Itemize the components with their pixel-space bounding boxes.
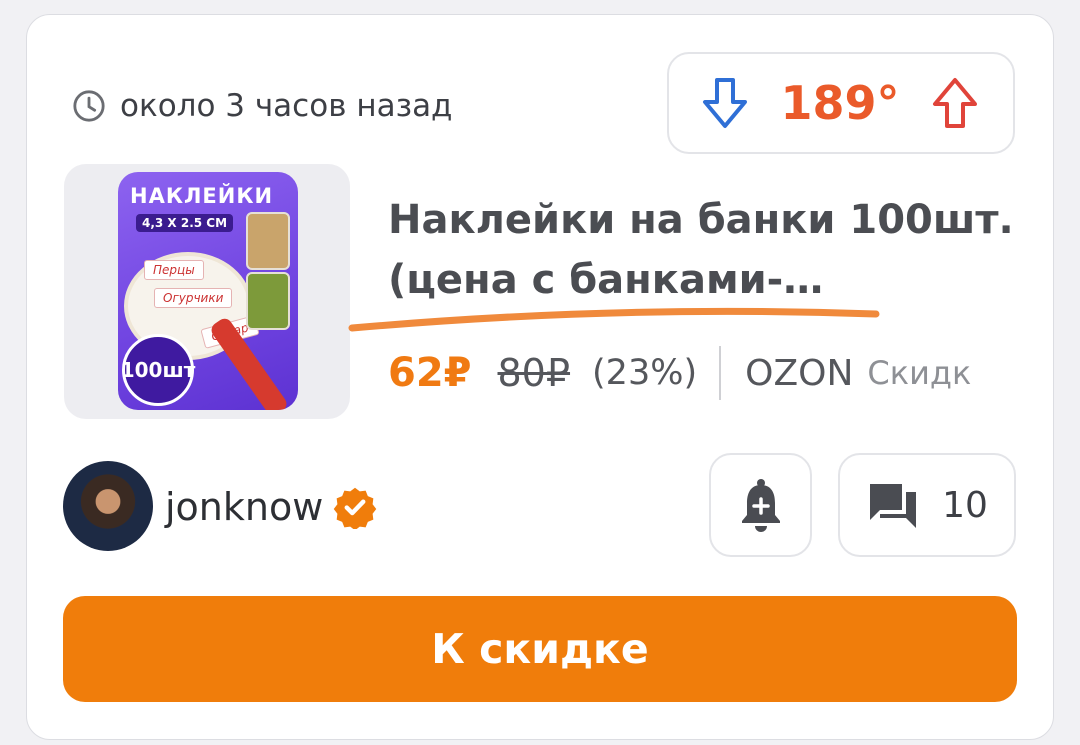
vote-down-button[interactable] [697, 75, 753, 131]
sticker-label: Огурчики [154, 288, 233, 308]
image-size: 4,3 Х 2.5 СМ [136, 214, 234, 232]
product-photo: НАКЛЕЙКИ 4,3 Х 2.5 СМ Перцы Огурчики Сах… [118, 172, 298, 410]
author-name[interactable]: jonknow [165, 485, 323, 529]
posted-time: около 3 часов назад [72, 86, 453, 126]
arrow-down-icon [703, 78, 747, 128]
highlight-underline [348, 307, 880, 332]
jar-illustration [246, 212, 290, 270]
go-to-deal-button[interactable]: К скидке [63, 596, 1017, 702]
clock-icon [73, 90, 105, 122]
verified-badge-icon [334, 487, 377, 529]
avatar[interactable] [63, 461, 153, 551]
time-ago-text: около 3 часов назад [120, 88, 453, 124]
vote-widget: 189° [667, 52, 1015, 154]
vote-up-button[interactable] [927, 75, 983, 131]
bell-plus-icon [741, 479, 780, 532]
temperature-value: 189° [780, 76, 900, 130]
image-heading: НАКЛЕЙКИ [130, 184, 274, 208]
price-row: 62₽ 80₽ (23%) OZON Скидк [388, 346, 1018, 400]
author[interactable]: jonknow [165, 485, 377, 529]
comments-icon [870, 484, 917, 528]
comments-count: 10 [942, 484, 988, 526]
store-name[interactable]: OZON [745, 353, 853, 394]
divider [719, 346, 722, 400]
category-label: Скидк [867, 354, 972, 392]
deal-title-line: Наклейки на банки 100шт. [388, 197, 1013, 243]
subscribe-button[interactable] [709, 453, 812, 557]
comments-button[interactable]: 10 [838, 453, 1016, 557]
jar-illustration [246, 272, 290, 330]
quantity-badge: 100шт [121, 334, 195, 406]
discount-percent: (23%) [592, 353, 698, 393]
deal-title[interactable]: Наклейки на банки 100шт. (цена с банками… [388, 190, 1013, 310]
sticker-label: Перцы [144, 260, 204, 280]
arrow-up-icon [933, 78, 977, 128]
product-image[interactable]: НАКЛЕЙКИ 4,3 Х 2.5 СМ Перцы Огурчики Сах… [64, 164, 350, 419]
current-price: 62₽ [388, 350, 472, 396]
old-price: 80₽ [497, 351, 571, 395]
